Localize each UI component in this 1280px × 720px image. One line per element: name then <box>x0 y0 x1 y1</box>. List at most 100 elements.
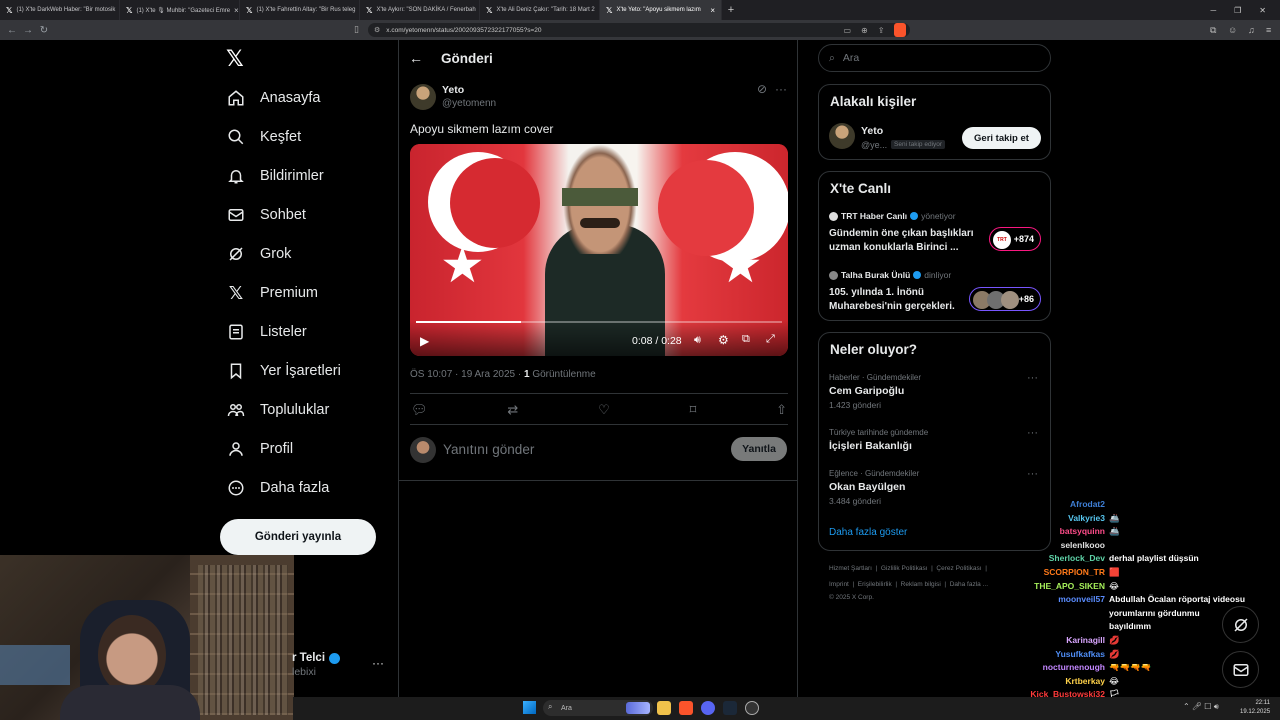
reload-icon[interactable]: ↻ <box>36 25 52 36</box>
discord-icon[interactable] <box>701 701 715 715</box>
browser-tab[interactable]: 𝕏X'te Aykırı: "SON DAKİKA / Fenerbah× <box>360 0 480 20</box>
pip-icon[interactable]: ⧉ <box>742 333 750 346</box>
extensions-icon[interactable]: ⧉ <box>1210 25 1216 36</box>
chat-username[interactable]: nocturnenough <box>1022 661 1105 675</box>
close-window-icon[interactable]: ✕ <box>1259 6 1266 15</box>
author-name[interactable]: Yeto <box>442 84 464 96</box>
sidebar-item-grok[interactable]: Grok <box>226 242 291 266</box>
footer-link[interactable]: Gizlilik Politikası <box>881 565 928 572</box>
share-icon[interactable]: ⇧ <box>776 402 787 418</box>
post-date[interactable]: 19 Ara 2025 <box>461 369 515 380</box>
footer-link[interactable]: Hizmet Şartları <box>829 565 872 572</box>
related-avatar[interactable] <box>829 123 855 149</box>
video-progress-bar[interactable] <box>416 321 782 323</box>
follow-back-button[interactable]: Geri takip et <box>962 127 1041 149</box>
forward-arrow-icon[interactable]: → <box>20 25 36 36</box>
site-info-icon[interactable]: ⚙ <box>374 26 380 34</box>
file-explorer-icon[interactable] <box>657 701 671 715</box>
grok-icon[interactable]: ⊘ <box>757 82 767 96</box>
related-name[interactable]: Yeto <box>861 125 883 137</box>
reply-input[interactable]: Yanıtını gönder <box>443 442 534 457</box>
bookmark-icon[interactable]: ⌑ <box>690 402 697 418</box>
menu-icon[interactable]: ≡ <box>1266 25 1271 35</box>
grok-floating-button[interactable] <box>1222 606 1259 643</box>
chat-username[interactable]: Sherlock_Dev <box>1022 552 1105 566</box>
chat-username[interactable]: Krtberkay <box>1022 675 1105 689</box>
chat-username[interactable]: Afrodat2 <box>1022 498 1105 512</box>
sidebar-item-more[interactable]: Daha fazla <box>226 476 329 500</box>
sidebar-item-bookmarks[interactable]: Yer İşaretleri <box>226 359 341 383</box>
fullscreen-icon[interactable]: ⤢ <box>766 333 775 346</box>
leo-icon[interactable]: ☺ <box>1228 25 1237 35</box>
footer-link[interactable]: Erişilebilirlik <box>858 581 892 588</box>
browser-tab[interactable]: 𝕏 X'te Ali Deniz Çakır: "Tarih: 18 Mart 2… <box>480 0 600 20</box>
play-icon[interactable]: ▶ <box>420 334 429 348</box>
windows-start-icon[interactable] <box>523 701 536 714</box>
author-avatar[interactable] <box>410 84 436 110</box>
settings-gear-icon[interactable]: ⚙ <box>718 333 729 347</box>
browser-tab-active[interactable]: 𝕏 X'te Yeto: "Apoyu sikmem lazım × <box>600 0 722 20</box>
x-logo-icon[interactable]: 𝕏 <box>226 46 244 72</box>
chat-username[interactable]: Yusufkafkas <box>1022 648 1105 662</box>
chat-username[interactable]: selenlkooo <box>1022 539 1105 553</box>
footer-link[interactable]: Reklam bilgisi <box>901 581 941 588</box>
reply-icon[interactable]: 💬︎ <box>411 402 428 418</box>
reply-button[interactable]: Yanıtla <box>731 437 787 461</box>
sidebar-item-messages[interactable]: Sohbet <box>226 203 306 227</box>
chat-username[interactable]: Valkyrie3 <box>1022 512 1105 526</box>
brave-browser-icon[interactable] <box>679 701 693 715</box>
author-handle[interactable]: @yetomenn <box>442 98 496 109</box>
live-item[interactable]: 105. yılında 1. İnönü Muharebesi'nin ger… <box>829 286 955 314</box>
trend-item[interactable]: Haberler · Gündemdekiler Cem Garipoğlu 1… <box>829 373 921 410</box>
sidebar-item-notifications[interactable]: Bildirimler <box>226 164 324 188</box>
sidebar-item-explore[interactable]: Keşfet <box>226 125 301 149</box>
system-tray-icon[interactable]: ⌃ 🎤︎ ☐ 🔊︎ <box>1183 702 1219 712</box>
post-time[interactable]: ÖS 10:07 <box>410 369 452 380</box>
chat-username[interactable] <box>1022 607 1105 621</box>
minimize-icon[interactable]: ─ <box>1210 6 1216 15</box>
more-dots-icon[interactable]: ··· <box>1027 427 1038 439</box>
volume-icon[interactable]: 🔊︎ <box>694 334 701 347</box>
back-arrow-icon[interactable]: ← <box>4 25 20 36</box>
chat-username[interactable] <box>1022 620 1105 634</box>
more-dots-icon[interactable]: ··· <box>1027 468 1038 480</box>
chat-username[interactable]: batsyquinn <box>1022 525 1105 539</box>
trend-item[interactable]: Türkiye tarihinde gündemde İçişleri Baka… <box>829 428 928 452</box>
chat-username[interactable]: SCORPION_TR <box>1022 566 1105 580</box>
listener-count[interactable]: +86 <box>969 287 1041 311</box>
footer-link[interactable]: Çerez Politikası <box>936 565 981 572</box>
live-item[interactable]: Gündemin öne çıkan başlıkları uzman konu… <box>829 227 974 255</box>
post-button[interactable]: Gönderi yayınla <box>220 519 376 555</box>
sidebar-item-communities[interactable]: Topluluklar <box>226 398 329 422</box>
new-tab-button[interactable]: + <box>722 4 740 16</box>
like-heart-icon[interactable]: ♡ <box>598 402 610 418</box>
brave-shield-icon[interactable] <box>894 23 906 37</box>
chat-username[interactable]: moonveil57 <box>1022 593 1105 607</box>
listener-count[interactable]: TRT +874 <box>989 227 1041 251</box>
back-arrow-icon[interactable]: ← <box>409 50 423 66</box>
search-input[interactable]: ⌕ Ara <box>818 44 1051 72</box>
account-switcher[interactable]: r Telci lebixi <box>292 652 341 678</box>
steam-icon[interactable] <box>723 701 737 715</box>
chat-username[interactable]: THE_APO_SIKEN <box>1022 580 1105 594</box>
share-icon[interactable]: ⇪ <box>878 26 885 35</box>
bookmark-page-icon[interactable]: ▯ <box>354 24 359 35</box>
messages-floating-button[interactable] <box>1222 651 1259 688</box>
browser-tab[interactable]: 𝕏(1) X'te DarkWeb Haber: "Bir motosik× <box>0 0 120 20</box>
close-icon[interactable]: × <box>234 6 239 15</box>
show-more-link[interactable]: Daha fazla göster <box>829 527 907 538</box>
video-player[interactable]: ★ ★ ▶ 0:08 / 0:28 🔊︎ ⚙ ⧉ ⤢ <box>410 144 788 356</box>
trend-item[interactable]: Eğlence · Gündemdekiler Okan Bayülgen 3.… <box>829 469 919 506</box>
restore-icon[interactable]: ❐ <box>1234 6 1241 15</box>
install-icon[interactable]: ▭ <box>843 26 851 35</box>
sidebar-item-lists[interactable]: Listeler <box>226 320 307 344</box>
media-icon[interactable]: ♫ <box>1248 25 1255 35</box>
more-dots-icon[interactable]: ··· <box>775 82 787 96</box>
repost-icon[interactable]: ⇄ <box>507 402 518 418</box>
sidebar-item-home[interactable]: Anasayfa <box>226 86 320 110</box>
sidebar-item-profile[interactable]: Profil <box>226 437 293 461</box>
footer-link[interactable]: Imprint <box>829 581 849 588</box>
browser-tab[interactable]: 𝕏 (1) X'te Fahrettin Altay: "Bir Rus tele… <box>240 0 360 20</box>
zoom-icon[interactable]: ⊕ <box>861 26 868 35</box>
close-icon[interactable]: × <box>710 6 715 15</box>
